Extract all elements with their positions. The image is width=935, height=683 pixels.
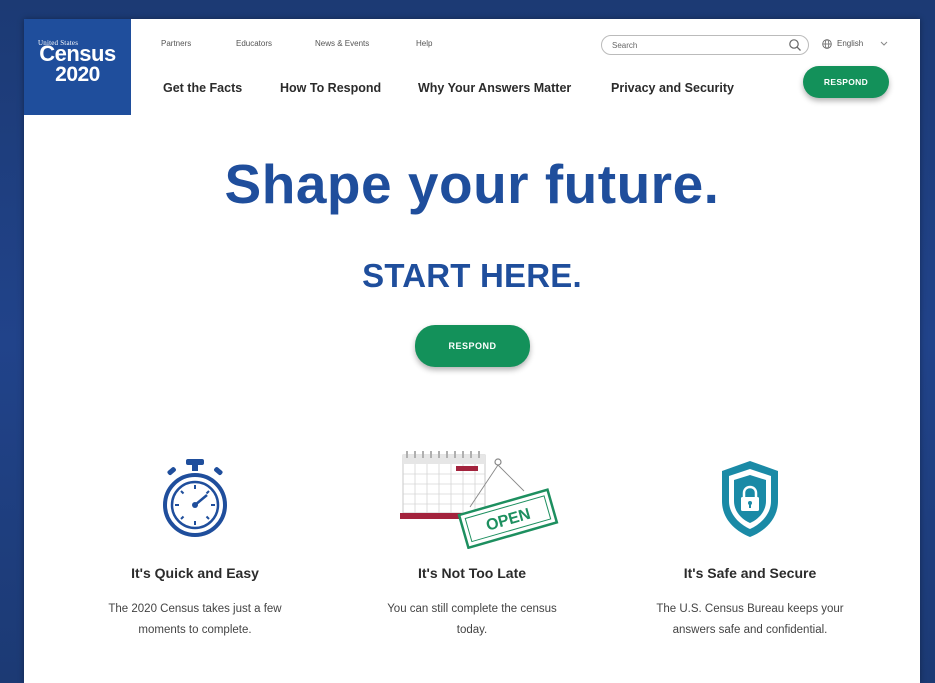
utility-link-help[interactable]: Help (416, 39, 432, 48)
census-logo[interactable]: United States Census 2020 (24, 19, 131, 115)
feature-description-line: moments to complete. (138, 624, 252, 636)
feature-description: The U.S. Census Bureau keeps your answer… (630, 599, 870, 641)
nav-why-your-answers-matter[interactable]: Why Your Answers Matter (418, 81, 571, 95)
feature-description-line: answers safe and confidential. (672, 624, 828, 636)
hero-respond-button[interactable]: RESPOND (415, 325, 530, 367)
utility-link-news-events[interactable]: News & Events (315, 39, 369, 48)
nav-how-to-respond[interactable]: How To Respond (280, 81, 381, 95)
feature-title: It's Not Too Late (417, 565, 527, 581)
search-input[interactable] (612, 39, 772, 51)
chevron-down-icon (880, 38, 888, 48)
utility-link-educators[interactable]: Educators (236, 39, 272, 48)
feature-description-line: The U.S. Census Bureau keeps your (656, 603, 844, 615)
feature-description-line: You can still complete the census (387, 603, 557, 615)
calendar-open-sign-icon: OPEN (342, 449, 602, 550)
logo-year-text: 2020 (55, 63, 100, 86)
globe-icon (822, 39, 832, 49)
hero-title: Shape your future. (224, 153, 720, 215)
feature-description: You can still complete the census today. (352, 599, 592, 641)
feature-description-line: The 2020 Census takes just a few (108, 603, 282, 615)
feature-description: The 2020 Census takes just a few moments… (75, 599, 315, 641)
feature-title: It's Quick and Easy (131, 565, 259, 581)
nav-get-the-facts[interactable]: Get the Facts (163, 81, 242, 95)
feature-description-line: today. (456, 624, 488, 636)
shield-lock-icon (620, 449, 880, 549)
search-icon[interactable] (788, 38, 802, 52)
nav-privacy-and-security[interactable]: Privacy and Security (611, 81, 734, 95)
search-box[interactable] (601, 35, 809, 55)
header-respond-button[interactable]: RESPOND (803, 66, 889, 98)
stopwatch-icon (65, 449, 325, 549)
page: United States Census 2020 Partners Educa… (24, 19, 920, 683)
hero-subtitle: START HERE. (362, 257, 582, 294)
utility-link-partners[interactable]: Partners (161, 39, 191, 48)
feature-title: It's Safe and Secure (683, 565, 817, 581)
language-label: English (837, 39, 864, 48)
